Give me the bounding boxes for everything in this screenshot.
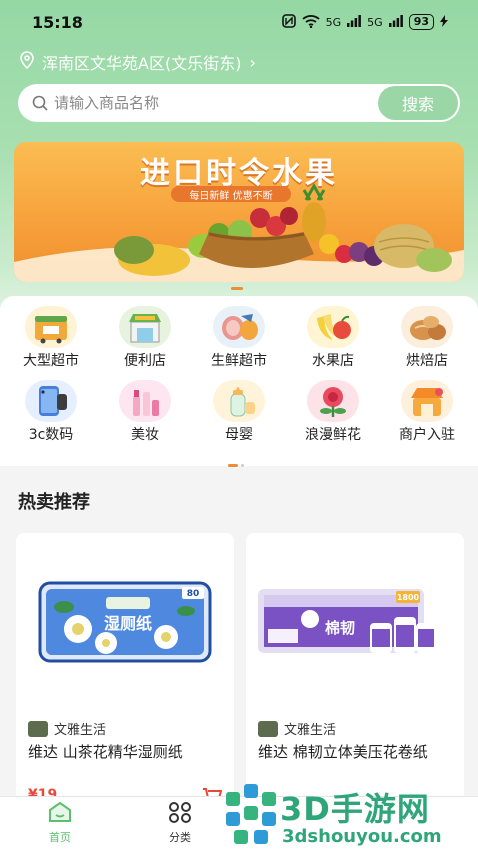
category-label: 母婴 <box>225 427 253 443</box>
category-grid: 大型超市 便利店 生鲜超市 水果店 烘焙店 3c数码 美妆 母婴 浪漫鲜花 商户… <box>0 296 478 466</box>
baby-bottle-icon <box>213 380 265 422</box>
cosmetics-icon <box>119 380 171 422</box>
wifi-icon <box>302 14 320 31</box>
watermark-url: 3dshouyou.com <box>282 826 442 847</box>
category-label: 浪漫鲜花 <box>305 427 361 443</box>
package-text: 棉韧 <box>325 619 355 637</box>
convenience-store-icon <box>119 306 171 348</box>
product-image: 湿厕纸 80 <box>38 581 212 663</box>
fresh-food-icon <box>213 306 265 348</box>
category-fruit[interactable]: 水果店 <box>292 306 374 370</box>
tab-category[interactable]: 分类 <box>150 801 210 845</box>
section-title: 热卖推荐 <box>18 492 90 513</box>
banner-pagination <box>231 287 243 290</box>
promo-banner[interactable]: 进口时令水果 每日新鲜 优惠不断 <box>14 142 464 282</box>
category-pagination <box>228 464 244 467</box>
category-label: 烘焙店 <box>406 353 448 369</box>
signal-bars-icon <box>388 14 403 30</box>
home-icon <box>47 801 73 827</box>
category-label: 大型超市 <box>23 353 79 369</box>
shop-name: 文雅生活 <box>284 723 337 738</box>
location-pin-icon <box>20 51 34 73</box>
shop-icon <box>258 720 278 737</box>
fruit-basket-illustration <box>14 182 464 282</box>
category-merchant-join[interactable]: 商户入驻 <box>386 380 468 444</box>
watermark-title: 3D手游网 <box>280 790 430 828</box>
category-supermarket[interactable]: 大型超市 <box>10 306 92 370</box>
flower-icon <box>307 380 359 422</box>
shop-info: 文雅生活 <box>258 719 336 738</box>
watermark-emblem-icon <box>226 784 276 844</box>
fruit-icon <box>307 306 359 348</box>
category-label: 3c数码 <box>28 427 74 443</box>
search-input[interactable] <box>48 94 378 112</box>
category-cosmetics[interactable]: 美妆 <box>104 380 186 444</box>
tab-label: 首页 <box>49 831 71 844</box>
battery-indicator: 93 <box>408 14 434 30</box>
location-selector[interactable]: 浑南区文华苑A区(文乐街东) › <box>20 50 256 74</box>
category-label: 水果店 <box>312 353 354 369</box>
watermark-logo: 3D手游网 3dshouyou.com <box>220 778 478 850</box>
category-romantic-flowers[interactable]: 浪漫鲜花 <box>292 380 374 444</box>
product-image: 1800 棉韧 <box>258 589 436 653</box>
merchant-join-icon <box>401 380 453 422</box>
shop-icon <box>28 720 48 737</box>
grid-icon <box>168 801 192 827</box>
product-card[interactable]: 1800 棉韧 文雅生活 维达 棉韧立体美压花卷纸 <box>246 533 464 813</box>
shop-name: 文雅生活 <box>54 723 107 738</box>
search-button[interactable]: 搜索 <box>378 86 458 120</box>
bakery-icon <box>401 306 453 348</box>
signal-5g-label-1: 5G <box>325 15 342 29</box>
package-count: 80 <box>187 589 200 599</box>
product-name: 维达 山茶花精华湿厕纸 <box>28 743 183 761</box>
nfc-icon <box>281 13 296 31</box>
shop-info: 文雅生活 <box>28 719 106 738</box>
charging-icon <box>440 14 448 30</box>
category-label: 便利店 <box>124 353 166 369</box>
category-fresh-food[interactable]: 生鲜超市 <box>198 306 280 370</box>
product-name: 维达 棉韧立体美压花卷纸 <box>258 743 428 761</box>
status-bar: 15:18 5G 5G 93 <box>0 0 478 44</box>
signal-bars-icon <box>347 14 362 30</box>
product-card[interactable]: 湿厕纸 80 文雅生活 维达 山茶花精华湿厕纸 ¥19 <box>16 533 234 813</box>
search-bar: 搜索 <box>18 84 460 122</box>
chevron-right-icon: › <box>249 52 256 72</box>
category-maternal-baby[interactable]: 母婴 <box>198 380 280 444</box>
tab-home[interactable]: 首页 <box>30 801 90 845</box>
category-bakery[interactable]: 烘焙店 <box>386 306 468 370</box>
status-time: 15:18 <box>32 12 83 32</box>
phone-icon <box>25 380 77 422</box>
status-icons: 5G 5G 93 <box>281 13 448 31</box>
category-convenience-store[interactable]: 便利店 <box>104 306 186 370</box>
supermarket-icon <box>25 306 77 348</box>
package-text: 湿厕纸 <box>103 614 152 633</box>
location-address: 浑南区文华苑A区(文乐街东) <box>42 54 242 73</box>
tab-label: 分类 <box>169 831 191 844</box>
package-count: 1800 <box>397 593 420 602</box>
category-label: 美妆 <box>131 427 159 443</box>
search-icon <box>32 95 48 111</box>
signal-5g-label-2: 5G <box>367 15 383 29</box>
category-label: 商户入驻 <box>399 427 455 443</box>
category-3c-digital[interactable]: 3c数码 <box>10 380 92 444</box>
category-label: 生鲜超市 <box>211 353 267 369</box>
